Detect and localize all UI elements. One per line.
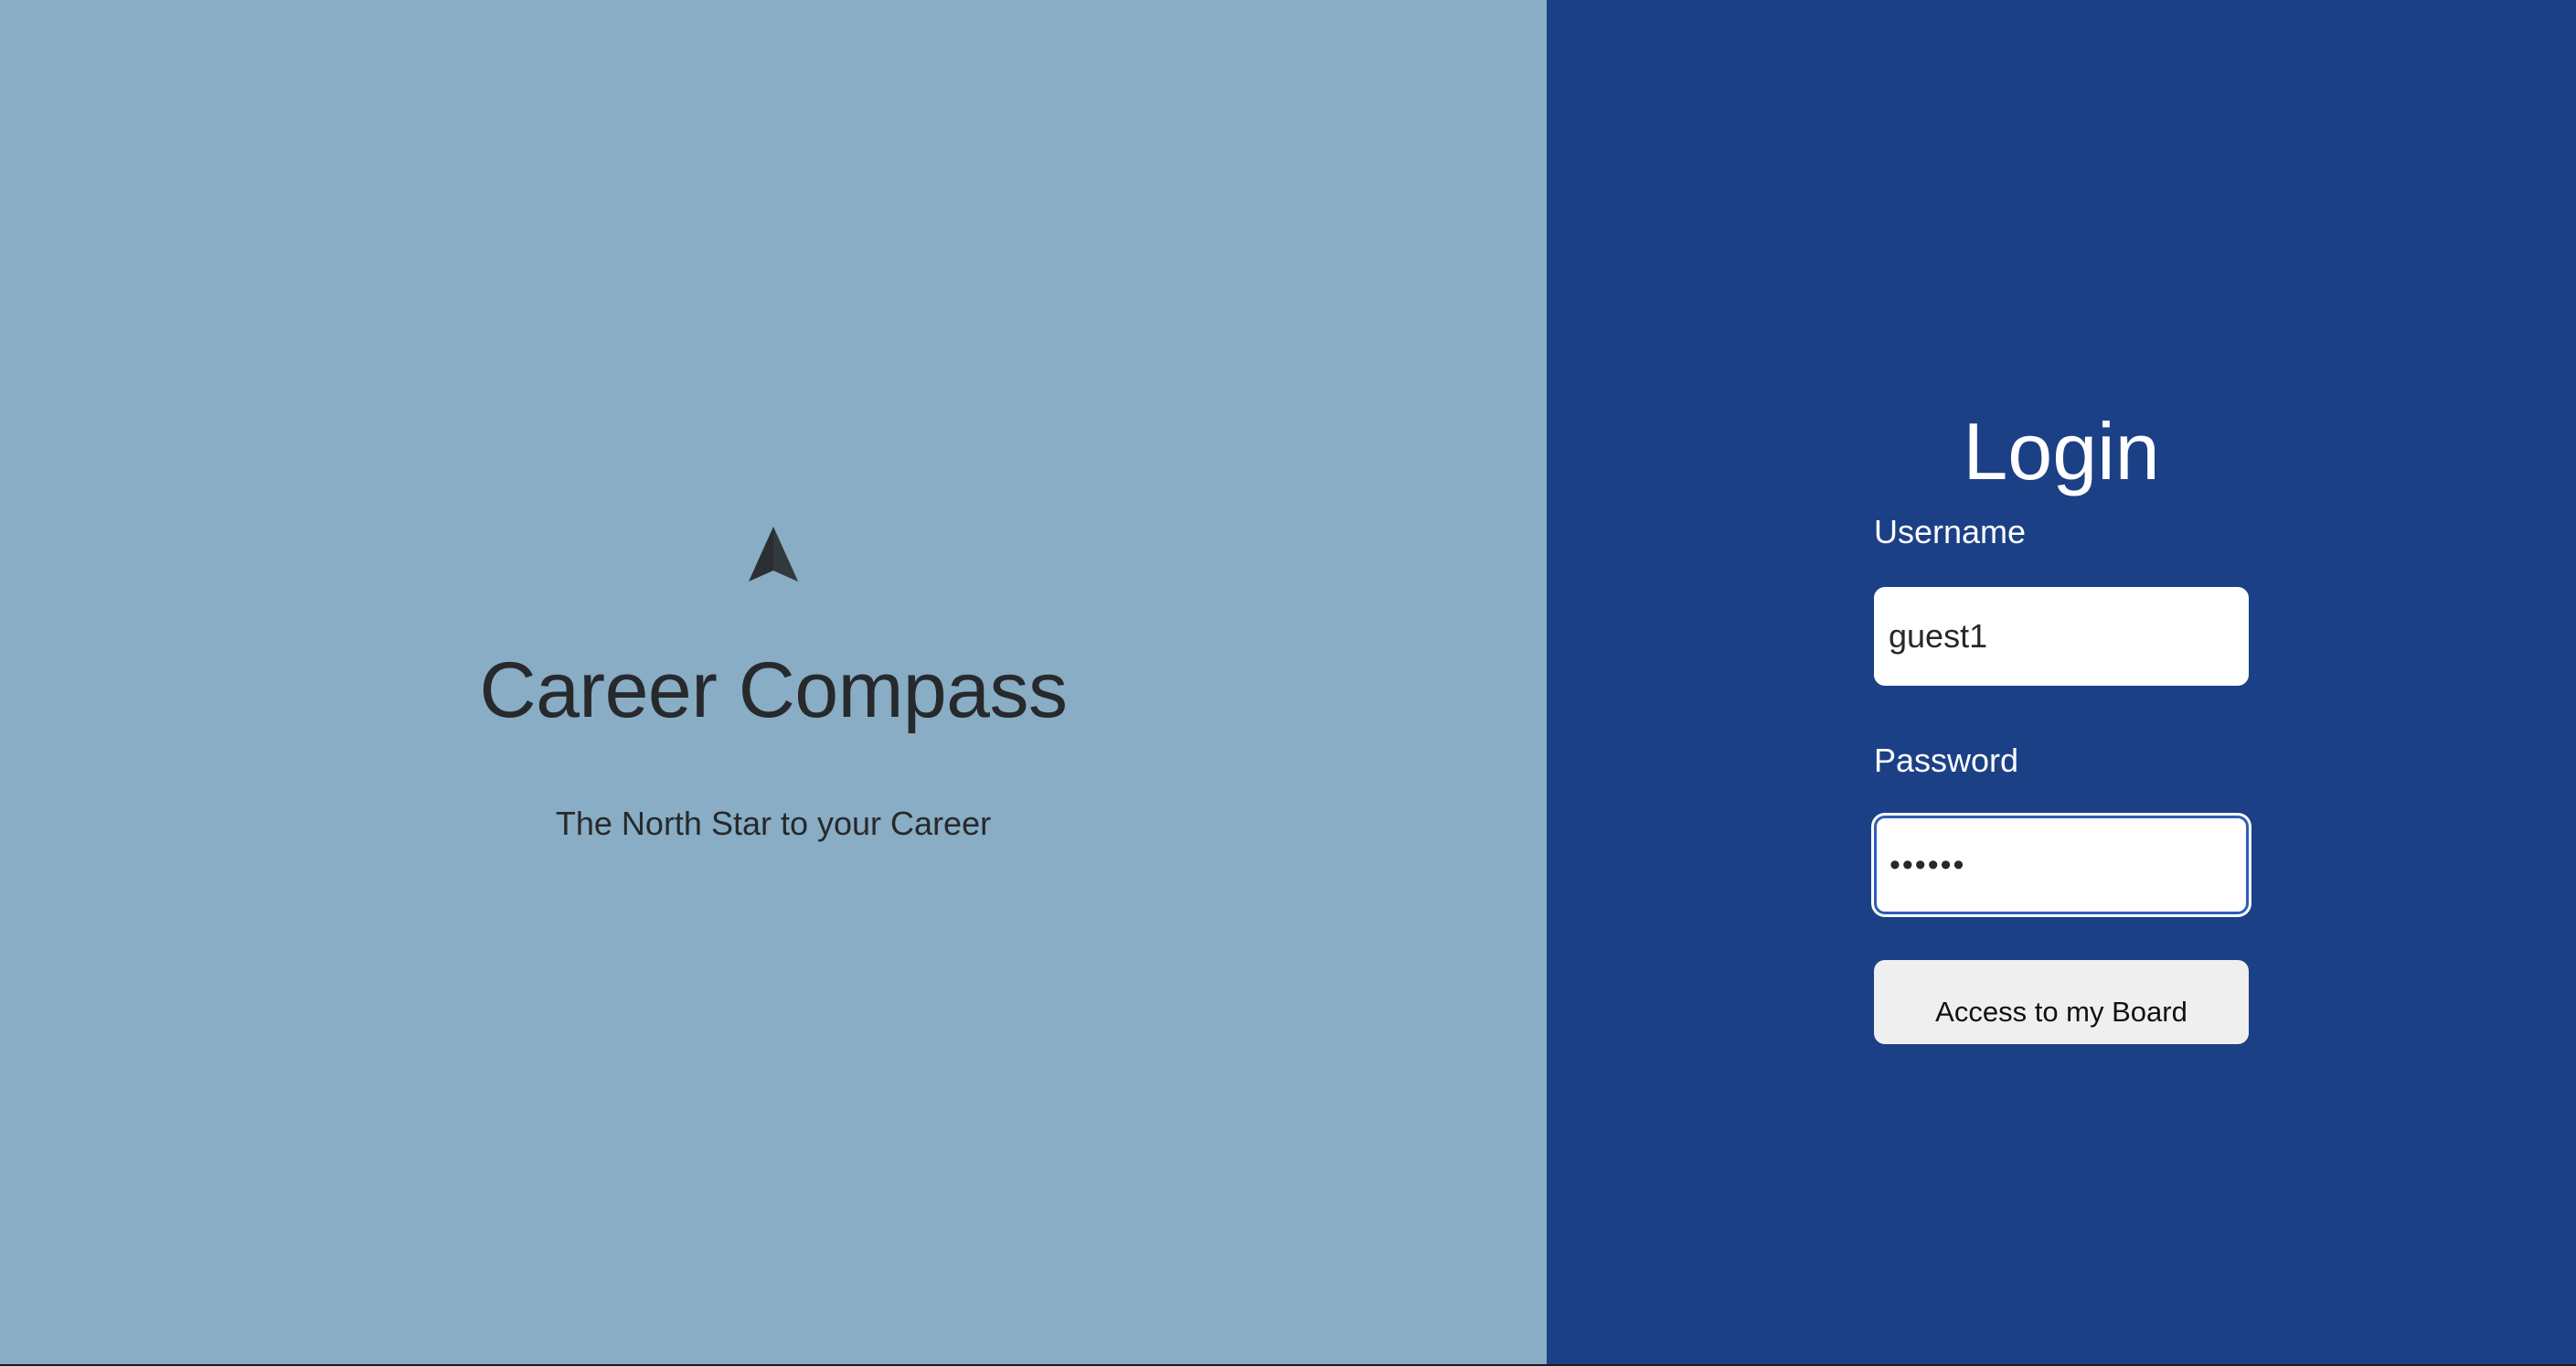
login-title: Login — [1963, 405, 2160, 496]
username-label: Username — [1874, 513, 2027, 550]
login-page: Career Compass The North Star to your Ca… — [0, 0, 2576, 1366]
password-field[interactable] — [1874, 816, 2249, 914]
password-label: Password — [1874, 742, 2019, 779]
compass-arrow-icon — [749, 527, 798, 582]
username-field[interactable] — [1874, 587, 2249, 686]
access-board-button[interactable]: Access to my Board — [1874, 960, 2249, 1044]
brand-title: Career Compass — [479, 646, 1069, 734]
brand-tagline: The North Star to your Career — [555, 805, 992, 842]
brand-panel: Career Compass The North Star to your Ca… — [0, 0, 1547, 1364]
